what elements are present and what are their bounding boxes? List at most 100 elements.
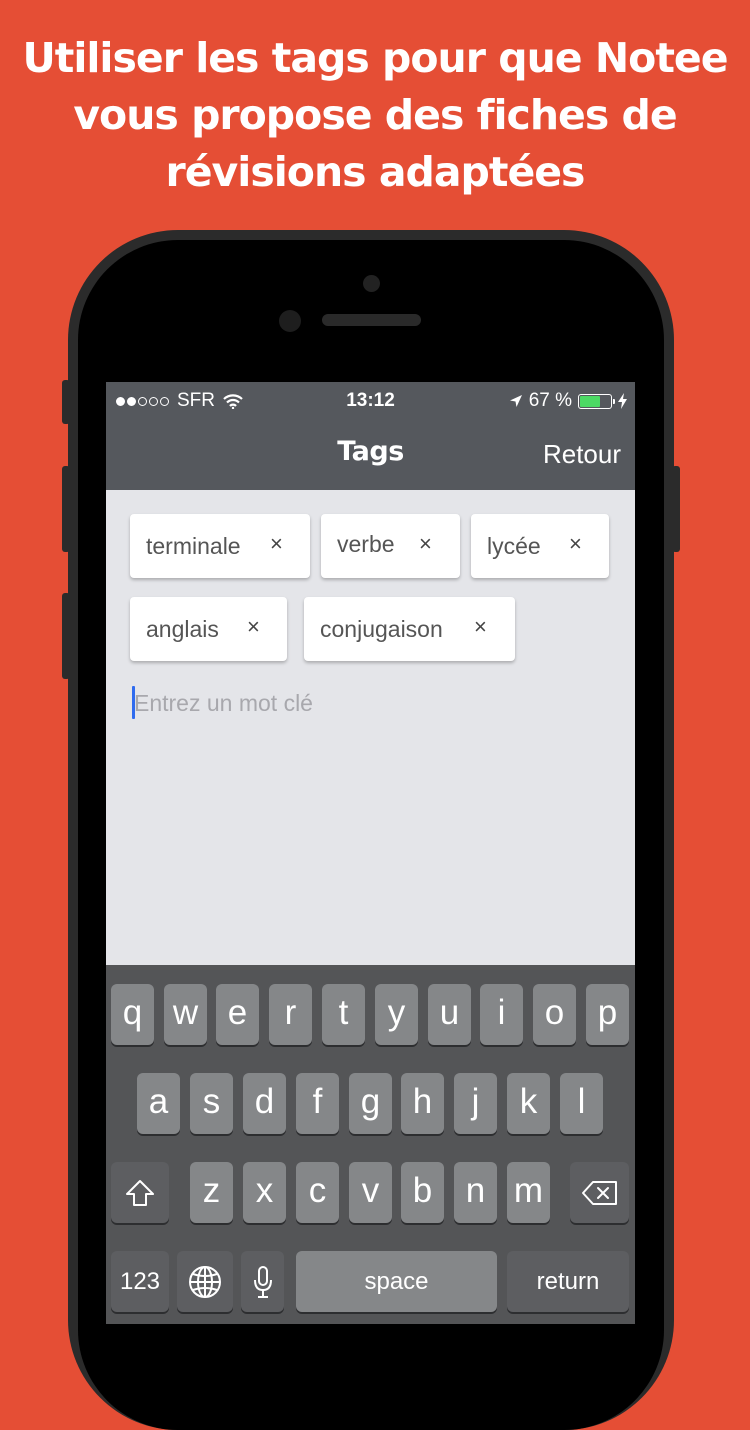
tag-chip[interactable]: terminale × <box>130 514 310 578</box>
key-label: a <box>148 1082 169 1121</box>
remove-tag-icon[interactable]: × <box>474 614 487 640</box>
shift-arrow-icon <box>126 1179 154 1206</box>
headline-line-2: vous propose des fiches de <box>73 91 677 139</box>
tag-label: verbe <box>337 531 395 557</box>
microphone-key[interactable] <box>241 1251 284 1312</box>
key-i[interactable]: i <box>480 984 523 1045</box>
return-key[interactable]: return <box>507 1251 629 1312</box>
key-f[interactable]: f <box>296 1073 339 1134</box>
key-q[interactable]: q <box>111 984 154 1045</box>
key-label: l <box>577 1082 586 1121</box>
globe-key[interactable] <box>177 1251 233 1312</box>
key-label: k <box>519 1082 538 1121</box>
key-label: space <box>364 1268 429 1295</box>
text-cursor <box>132 686 135 719</box>
navigation-bar: Tags Retour <box>106 420 635 490</box>
key-x[interactable]: x <box>243 1162 286 1223</box>
key-r[interactable]: r <box>269 984 312 1045</box>
tag-label: terminale <box>146 533 241 559</box>
tag-label: lycée <box>487 533 541 559</box>
key-label: o <box>544 993 565 1032</box>
key-j[interactable]: j <box>454 1073 497 1134</box>
key-label: r <box>284 993 297 1032</box>
key-label: u <box>439 993 460 1032</box>
tag-chip[interactable]: lycée × <box>471 514 609 578</box>
key-label: j <box>471 1082 480 1121</box>
tag-label: anglais <box>146 616 219 642</box>
remove-tag-icon[interactable]: × <box>247 614 260 640</box>
globe-icon <box>189 1265 221 1298</box>
tag-label: conjugaison <box>320 616 443 642</box>
key-z[interactable]: z <box>190 1162 233 1223</box>
keyboard: q w e r t y u i o p a s d f g h j k l z … <box>106 965 635 1324</box>
key-label: x <box>255 1171 274 1210</box>
microphone-icon <box>253 1265 272 1298</box>
key-label: n <box>465 1171 486 1210</box>
status-bar: SFR 13:12 67 % <box>106 382 635 420</box>
remove-tag-icon[interactable]: × <box>270 531 283 557</box>
key-label: i <box>497 993 506 1032</box>
backspace-key[interactable] <box>570 1162 629 1223</box>
key-label: y <box>387 993 406 1032</box>
headline: Utiliser les tags pour que Notee vous pr… <box>0 30 750 201</box>
key-y[interactable]: y <box>375 984 418 1045</box>
front-camera <box>363 275 380 292</box>
tag-chip[interactable]: conjugaison × <box>304 597 515 661</box>
key-label: e <box>227 993 248 1032</box>
key-label: g <box>360 1082 381 1121</box>
location-arrow-icon <box>509 395 522 407</box>
phone-screen: SFR 13:12 67 % Tags Retour terminale × v… <box>106 382 635 1324</box>
shift-key[interactable] <box>111 1162 169 1223</box>
key-n[interactable]: n <box>454 1162 497 1223</box>
key-k[interactable]: k <box>507 1073 550 1134</box>
remove-tag-icon[interactable]: × <box>569 531 582 557</box>
key-label: s <box>202 1082 221 1121</box>
key-o[interactable]: o <box>533 984 576 1045</box>
key-s[interactable]: s <box>190 1073 233 1134</box>
tag-chip[interactable]: anglais × <box>130 597 287 661</box>
key-label: h <box>412 1082 433 1121</box>
headline-line-3: révisions adaptées <box>165 148 586 196</box>
key-l[interactable]: l <box>560 1073 603 1134</box>
key-u[interactable]: u <box>428 984 471 1045</box>
key-t[interactable]: t <box>322 984 365 1045</box>
space-key[interactable]: space <box>296 1251 497 1312</box>
keyword-input[interactable] <box>132 686 614 720</box>
earpiece-speaker <box>322 314 421 326</box>
key-label: m <box>513 1171 544 1210</box>
key-label: 123 <box>119 1268 161 1295</box>
key-v[interactable]: v <box>349 1162 392 1223</box>
key-g[interactable]: g <box>349 1073 392 1134</box>
key-label: t <box>338 993 349 1032</box>
key-label: return <box>536 1268 600 1295</box>
key-label: f <box>312 1082 323 1121</box>
key-d[interactable]: d <box>243 1073 286 1134</box>
key-label: w <box>172 993 199 1032</box>
numbers-key[interactable]: 123 <box>111 1251 169 1312</box>
key-b[interactable]: b <box>401 1162 444 1223</box>
remove-tag-icon[interactable]: × <box>419 531 432 557</box>
status-right: 67 % <box>509 390 627 412</box>
key-label: b <box>412 1171 433 1210</box>
back-button[interactable]: Retour <box>543 439 621 470</box>
key-m[interactable]: m <box>507 1162 550 1223</box>
battery-fill <box>580 395 601 407</box>
key-e[interactable]: e <box>216 984 259 1045</box>
key-label: q <box>122 993 143 1032</box>
key-p[interactable]: p <box>586 984 629 1045</box>
key-label: v <box>361 1171 380 1210</box>
key-h[interactable]: h <box>401 1073 444 1134</box>
key-label: d <box>254 1082 275 1121</box>
headline-line-1: Utiliser les tags pour que Notee <box>22 34 728 82</box>
charging-bolt-icon <box>618 393 627 409</box>
key-w[interactable]: w <box>164 984 207 1045</box>
battery-icon <box>578 393 615 409</box>
key-c[interactable]: c <box>296 1162 339 1223</box>
proximity-sensor <box>279 310 301 332</box>
key-label: c <box>308 1171 327 1210</box>
backspace-icon <box>581 1180 617 1205</box>
key-a[interactable]: a <box>137 1073 180 1134</box>
battery-percentage: 67 % <box>528 390 572 411</box>
key-label: p <box>597 993 618 1032</box>
tag-chip[interactable]: verbe × <box>321 514 460 578</box>
